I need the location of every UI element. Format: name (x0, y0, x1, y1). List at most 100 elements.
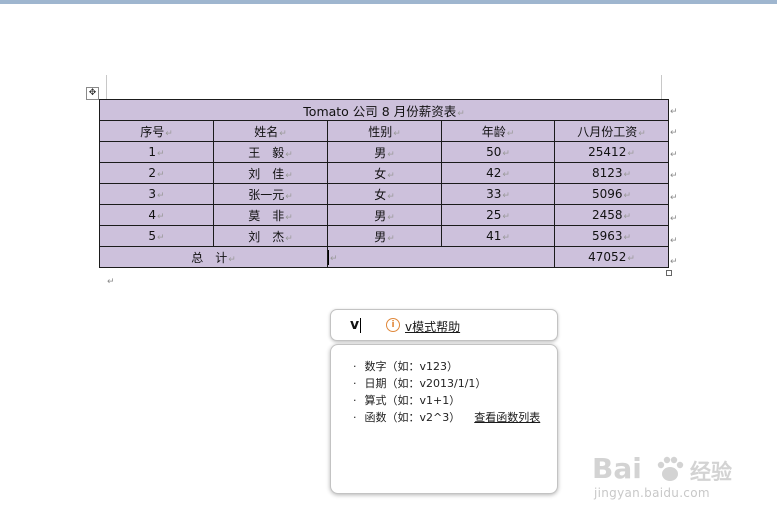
cell-end-mark: ↵ (627, 254, 635, 264)
help-item-number: 数字（如：v123） (353, 358, 540, 375)
age-cell[interactable]: 33↵ (441, 183, 555, 205)
header-name-cell[interactable]: 姓名↵ (213, 120, 328, 142)
index: 3 (148, 187, 157, 201)
cell-end-mark: ↵ (623, 191, 632, 201)
cell-end-mark: ↵ (638, 128, 646, 139)
header-index-cell[interactable]: 序号↵ (99, 120, 214, 142)
table-row: 3↵ 张一元↵ 女↵ 33↵ 5096↵ (99, 183, 670, 205)
total-row: 总 计↵ ↵ 47052↵ (99, 246, 670, 268)
index: 5 (148, 229, 157, 243)
cell-end-mark: ↵ (285, 170, 293, 181)
table-move-handle[interactable]: ✥ (86, 87, 99, 100)
row-end-mark: ↵ (670, 107, 678, 117)
cell-end-mark: ↵ (157, 170, 165, 180)
index-cell[interactable]: 5↵ (99, 225, 214, 247)
age-cell[interactable]: 41↵ (441, 225, 555, 247)
salary-cell[interactable]: 5096↵ (553, 183, 670, 205)
cell-end-mark: ↵ (228, 254, 236, 265)
index-cell[interactable]: 3↵ (99, 183, 214, 205)
vmode-input-box[interactable]: v i v模式帮助 (330, 309, 558, 341)
index: 1 (148, 145, 157, 159)
active-input-cell[interactable]: ↵ (327, 246, 555, 268)
table-resize-handle[interactable] (666, 270, 672, 276)
vmode-help-panel: 数字（如：v123） 日期（如：v2013/1/1） 算式（如：v1+1） 函数… (330, 344, 558, 494)
salary: 2458 (591, 208, 623, 222)
row-end-mark: ↵ (670, 214, 678, 224)
index-cell[interactable]: 1↵ (99, 141, 214, 163)
index-cell[interactable]: 4↵ (99, 204, 214, 226)
name-cell[interactable]: 刘 杰↵ (213, 225, 328, 247)
cell-end-mark: ↵ (285, 233, 293, 244)
header-row: 序号↵ 姓名↵ 性别↵ 年龄↵ 八月份工资↵ (99, 120, 670, 142)
cell-end-mark: ↵ (279, 128, 287, 139)
watermark-brand-left: Bai (592, 452, 642, 485)
gender: 女 (374, 166, 387, 181)
salary-cell[interactable]: 25412↵ (553, 141, 670, 163)
cell-end-mark: ↵ (506, 128, 515, 139)
page-margin-line-left (106, 75, 107, 99)
name-cell[interactable]: 刘 佳↵ (213, 162, 328, 184)
salary-cell[interactable]: 2458↵ (553, 204, 670, 226)
name: 刘 杰 (248, 229, 285, 244)
cell-end-mark: ↵ (285, 149, 293, 160)
gender: 男 (374, 145, 387, 160)
text-cursor (328, 249, 329, 265)
gender-cell[interactable]: 男↵ (327, 204, 442, 226)
header-salary: 八月份工资 (577, 124, 638, 139)
index-cell[interactable]: 2↵ (99, 162, 214, 184)
gender-cell[interactable]: 女↵ (327, 183, 442, 205)
age-cell[interactable]: 50↵ (441, 141, 555, 163)
age: 50 (486, 145, 502, 159)
salary: 25412 (588, 145, 627, 159)
row-end-mark: ↵ (670, 236, 678, 246)
vmode-help-link[interactable]: v模式帮助 (405, 318, 460, 335)
table-title: Tomato 公司 8 月份薪资表 (303, 103, 457, 119)
gender-cell[interactable]: 女↵ (327, 162, 442, 184)
cell-end-mark: ↵ (285, 212, 293, 223)
vmode-help-list: 数字（如：v123） 日期（如：v2013/1/1） 算式（如：v1+1） 函数… (353, 358, 541, 426)
total-value: 47052 (588, 250, 627, 264)
salary: 5096 (591, 187, 623, 201)
total-label-cell[interactable]: 总 计↵ (99, 246, 328, 268)
name-cell[interactable]: 王 毅↵ (213, 141, 328, 163)
age: 25 (486, 208, 502, 222)
paragraph-mark: ↵ (107, 277, 115, 287)
age: 33 (486, 187, 502, 201)
cell-end-mark: ↵ (623, 233, 632, 243)
cell-end-mark: ↵ (502, 191, 510, 201)
info-icon: i (386, 318, 400, 332)
cell-end-mark: ↵ (387, 212, 395, 223)
gender: 女 (374, 187, 387, 202)
total-value-cell[interactable]: 47052↵ (553, 246, 670, 268)
name: 张一元 (248, 187, 285, 202)
watermark: Bai 经验 jingyan.baidu.com (592, 450, 742, 510)
table-row: 4↵ 莫 非↵ 男↵ 25↵ 2458↵ (99, 204, 670, 226)
header-salary-cell[interactable]: 八月份工资↵ (553, 120, 670, 142)
page-margin-line-right (661, 75, 662, 99)
help-item-formula: 算式（如：v1+1） (353, 392, 540, 409)
age-cell[interactable]: 25↵ (441, 204, 555, 226)
header-age-cell[interactable]: 年龄↵ (441, 120, 555, 142)
index: 4 (148, 208, 157, 222)
text-cursor (360, 318, 361, 333)
help-item-function-text: 函数（如：v2^3） (364, 411, 461, 424)
age: 42 (486, 166, 502, 180)
age-cell[interactable]: 42↵ (441, 162, 555, 184)
vmode-input-value[interactable]: v (350, 317, 359, 333)
cell-end-mark: ↵ (502, 233, 510, 243)
name-cell[interactable]: 张一元↵ (213, 183, 328, 205)
name-cell[interactable]: 莫 非↵ (213, 204, 328, 226)
gender-cell[interactable]: 男↵ (327, 225, 442, 247)
cell-end-mark: ↵ (387, 149, 395, 160)
gender-cell[interactable]: 男↵ (327, 141, 442, 163)
row-end-mark: ↵ (670, 150, 678, 160)
function-list-link[interactable]: 查看函数列表 (474, 411, 540, 424)
watermark-url: jingyan.baidu.com (594, 486, 710, 500)
watermark-brand-right: 经验 (690, 460, 732, 484)
header-gender-cell[interactable]: 性别↵ (327, 120, 442, 142)
salary-cell[interactable]: 8123↵ (553, 162, 670, 184)
row-end-mark: ↵ (670, 171, 678, 181)
cell-end-mark: ↵ (157, 212, 165, 222)
salary-cell[interactable]: 5963↵ (553, 225, 670, 247)
table-title-cell[interactable]: Tomato 公司 8 月份薪资表↵ (98, 99, 670, 121)
